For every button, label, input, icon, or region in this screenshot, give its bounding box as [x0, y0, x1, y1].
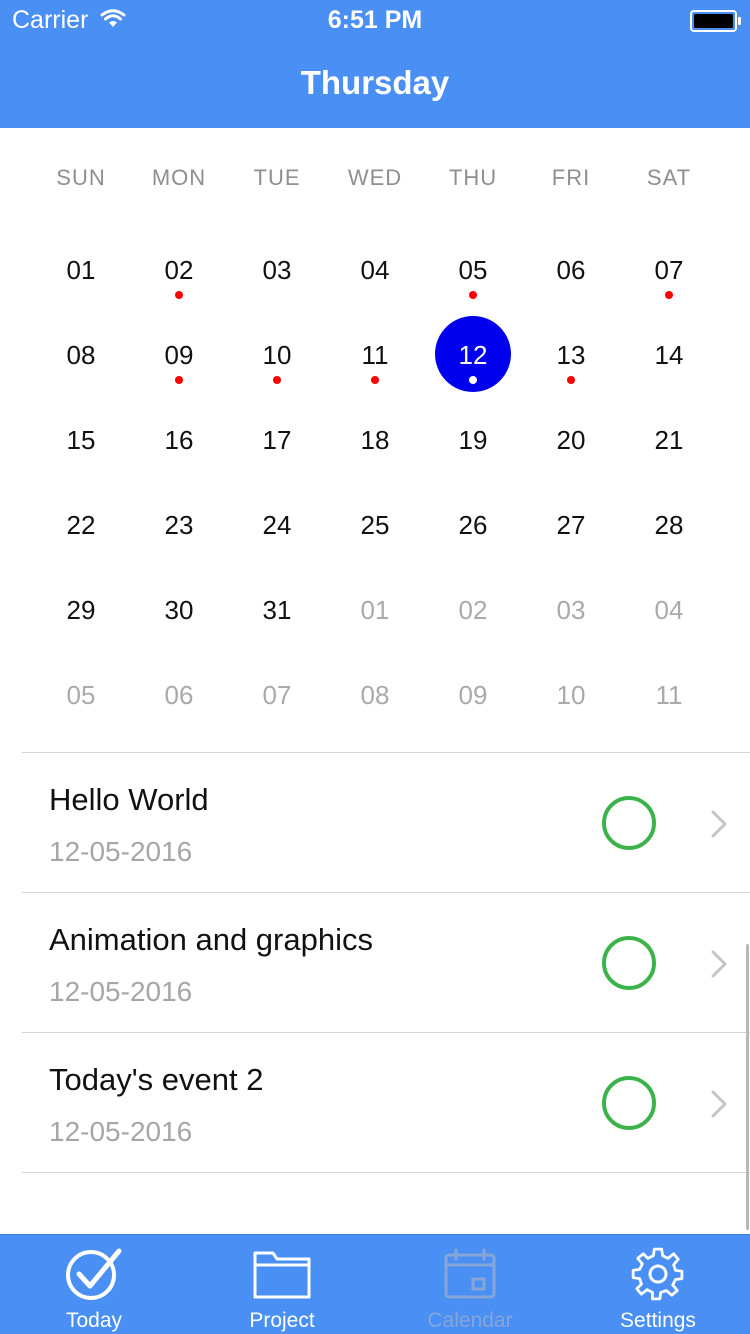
calendar-day[interactable]: 12: [424, 340, 522, 371]
calendar-day[interactable]: 14: [620, 340, 718, 371]
event-dot: [371, 376, 379, 384]
weekday-label: THU: [448, 165, 498, 190]
chevron-right-icon: [710, 950, 728, 983]
tab-label: Calendar: [427, 1309, 513, 1332]
navigation-header: Carrier 6:51 PM Thursday: [0, 0, 750, 128]
tab-today[interactable]: Today: [0, 1235, 188, 1334]
calendar-day[interactable]: 01: [326, 595, 424, 626]
status-clock: 6:51 PM: [327, 6, 423, 34]
calendar-day[interactable]: 07: [620, 255, 718, 286]
event-title: Today's event 2: [49, 1062, 264, 1097]
page-title: Thursday: [300, 64, 450, 101]
calendar-day[interactable]: 06: [522, 255, 620, 286]
gear-icon: [631, 1247, 684, 1301]
event-date: 12-05-2016: [49, 976, 193, 1007]
event-dot: [175, 376, 183, 384]
complete-toggle[interactable]: [602, 796, 656, 850]
calendar-day[interactable]: 24: [228, 510, 326, 541]
calendar-day[interactable]: 13: [522, 340, 620, 371]
complete-toggle[interactable]: [602, 1076, 656, 1130]
event-dot: [273, 376, 281, 384]
folder-icon: [253, 1251, 311, 1299]
event-date: 12-05-2016: [49, 1116, 193, 1147]
calendar-day[interactable]: 09: [130, 340, 228, 371]
calendar-day[interactable]: 31: [228, 595, 326, 626]
calendar-day[interactable]: 17: [228, 425, 326, 456]
calendar-day[interactable]: 08: [32, 340, 130, 371]
calendar-day[interactable]: 18: [326, 425, 424, 456]
calendar-day[interactable]: 23: [130, 510, 228, 541]
weekday-label: TUE: [253, 165, 301, 190]
list-divider: [22, 1172, 750, 1173]
calendar-day[interactable]: 19: [424, 425, 522, 456]
event-row[interactable]: Hello World 12-05-2016: [0, 752, 750, 892]
weekday-label: MON: [151, 165, 207, 190]
calendar-day[interactable]: 05: [32, 680, 130, 711]
calendar-day[interactable]: 03: [228, 255, 326, 286]
calendar-day[interactable]: 02: [130, 255, 228, 286]
calendar-day[interactable]: 30: [130, 595, 228, 626]
calendar-day[interactable]: 09: [424, 680, 522, 711]
calendar-day[interactable]: 25: [326, 510, 424, 541]
calendar-day[interactable]: 15: [32, 425, 130, 456]
event-row[interactable]: Today's event 2 12-05-2016: [0, 1032, 750, 1172]
tab-project[interactable]: Project: [188, 1235, 376, 1334]
event-dot: [469, 376, 477, 384]
scroll-indicator[interactable]: [746, 944, 749, 1230]
checkmark-circle-icon: [66, 1248, 122, 1300]
calendar-day[interactable]: 06: [130, 680, 228, 711]
tab-label: Today: [65, 1309, 123, 1332]
event-dot: [567, 376, 575, 384]
calendar-day[interactable]: 04: [620, 595, 718, 626]
calendar-day[interactable]: 22: [32, 510, 130, 541]
calendar-day[interactable]: 05: [424, 255, 522, 286]
calendar-day[interactable]: 26: [424, 510, 522, 541]
event-row[interactable]: Animation and graphics 12-05-2016: [0, 892, 750, 1032]
calendar-day[interactable]: 02: [424, 595, 522, 626]
complete-toggle[interactable]: [602, 936, 656, 990]
calendar-day[interactable]: 10: [228, 340, 326, 371]
calendar-day[interactable]: 04: [326, 255, 424, 286]
calendar-day[interactable]: 29: [32, 595, 130, 626]
calendar-day[interactable]: 28: [620, 510, 718, 541]
calendar-day[interactable]: 20: [522, 425, 620, 456]
battery-icon: [690, 10, 742, 37]
event-title: Hello World: [49, 782, 209, 817]
weekday-label: FRI: [551, 165, 591, 190]
event-date: 12-05-2016: [49, 836, 193, 867]
weekday-label: SAT: [646, 165, 692, 190]
calendar-day[interactable]: 10: [522, 680, 620, 711]
calendar-day[interactable]: 11: [326, 340, 424, 371]
calendar-day[interactable]: 11: [620, 680, 718, 711]
status-bar: Carrier 6:51 PM: [0, 0, 750, 40]
event-dot: [469, 291, 477, 299]
calendar-day[interactable]: 03: [522, 595, 620, 626]
calendar-day[interactable]: 16: [130, 425, 228, 456]
tab-bar: Today Project Calendar Settings: [0, 1234, 750, 1334]
tab-calendar[interactable]: Calendar: [376, 1235, 564, 1334]
calendar-icon: [444, 1248, 496, 1299]
tab-label: Project: [249, 1309, 315, 1332]
event-dot: [175, 291, 183, 299]
weekday-label: WED: [347, 165, 403, 190]
calendar-day[interactable]: 27: [522, 510, 620, 541]
calendar-day[interactable]: 21: [620, 425, 718, 456]
calendar-day[interactable]: 07: [228, 680, 326, 711]
weekday-label: SUN: [56, 165, 106, 190]
event-title: Animation and graphics: [49, 922, 373, 957]
event-dot: [665, 291, 673, 299]
calendar-day[interactable]: 01: [32, 255, 130, 286]
calendar-day[interactable]: 08: [326, 680, 424, 711]
chevron-right-icon: [710, 810, 728, 843]
tab-settings[interactable]: Settings: [564, 1235, 750, 1334]
chevron-right-icon: [710, 1090, 728, 1123]
tab-label: Settings: [620, 1309, 696, 1332]
